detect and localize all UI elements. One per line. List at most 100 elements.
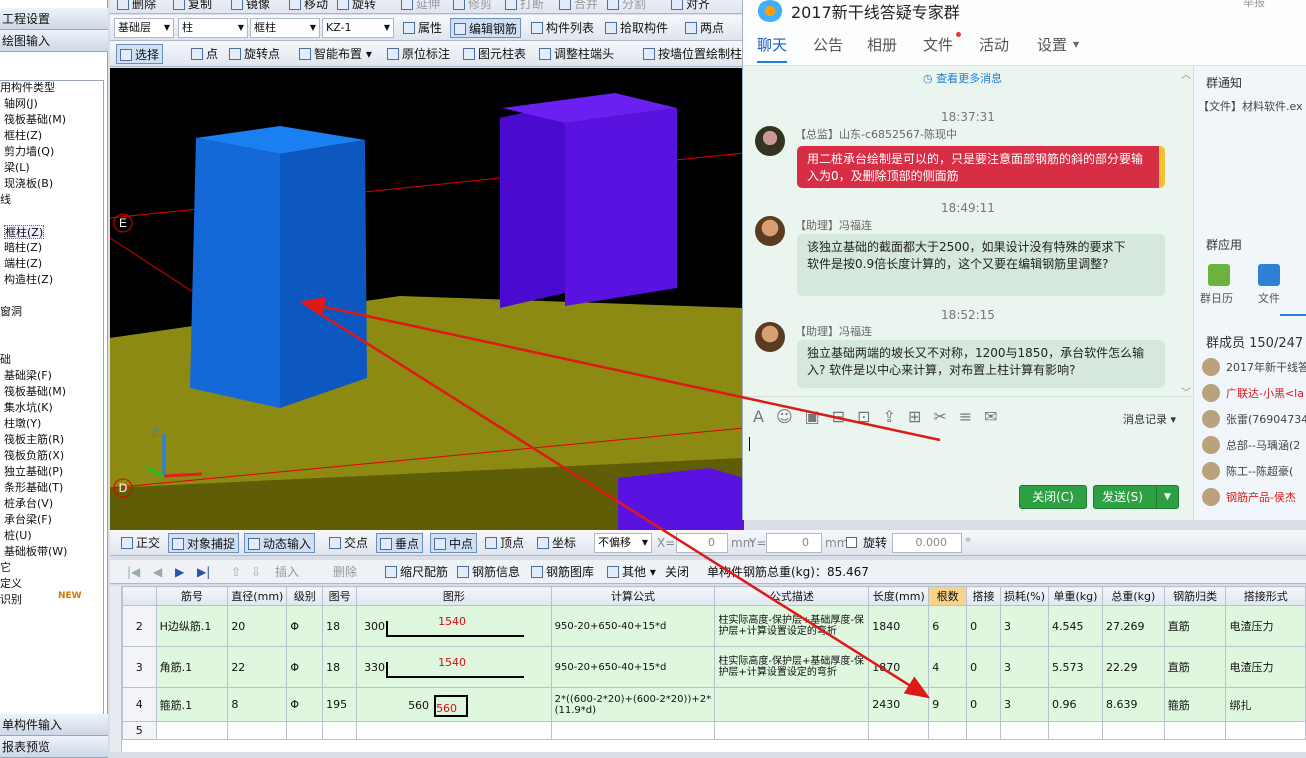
table-cell-formula[interactable] bbox=[550, 721, 716, 740]
tab-files[interactable]: 文件 bbox=[923, 34, 953, 55]
project-settings-header[interactable]: 工程设置 bbox=[0, 8, 108, 30]
table-cell-total[interactable]: 27.269 bbox=[1101, 605, 1165, 647]
tree-item[interactable]: 框柱(Z) bbox=[4, 129, 42, 143]
table-cell-fig[interactable]: 195 bbox=[322, 687, 358, 722]
tree-item[interactable]: 筏板基础(M) bbox=[4, 385, 66, 399]
table-cell-desc[interactable] bbox=[714, 687, 870, 722]
files-icon[interactable] bbox=[1258, 264, 1280, 286]
table-cell-fig[interactable]: 18 bbox=[322, 605, 358, 647]
member-item[interactable]: 张雷(769047347 bbox=[1202, 410, 1306, 430]
tree-item[interactable]: 定义 bbox=[0, 577, 22, 591]
table-cell-name[interactable]: 角筋.1 bbox=[155, 646, 229, 688]
table-cell-unit[interactable]: 0.96 bbox=[1048, 687, 1103, 722]
column-header[interactable]: 直径(mm) bbox=[227, 586, 288, 606]
single-component-input-header[interactable]: 单构件输入 bbox=[0, 714, 108, 736]
tree-item[interactable]: 构造柱(Z) bbox=[4, 273, 53, 287]
column-header[interactable]: 计算公式 bbox=[550, 586, 716, 606]
tree-item[interactable]: 轴网(J) bbox=[4, 97, 38, 111]
table-cell-no[interactable]: 4 bbox=[122, 687, 157, 722]
column-header[interactable]: 损耗(%) bbox=[999, 586, 1050, 606]
table-cell-formula[interactable]: 950-20+650-40+15*d bbox=[550, 646, 716, 688]
table-cell-cat[interactable]: 直筋 bbox=[1163, 605, 1227, 647]
x-input[interactable]: 0 bbox=[676, 533, 728, 553]
edit-tool-button[interactable]: 合并 bbox=[556, 0, 601, 14]
tree-item[interactable]: 独立基础(P) bbox=[4, 465, 63, 479]
table-cell-unit[interactable]: 5.573 bbox=[1048, 646, 1103, 688]
adjust-column-end-button[interactable]: 调整柱端头 bbox=[536, 44, 617, 64]
table-cell-name[interactable]: H边纵筋.1 bbox=[155, 605, 229, 647]
rotate-input[interactable]: 0.000 bbox=[892, 533, 962, 553]
tree-item[interactable]: 现浇板(B) bbox=[4, 177, 53, 191]
smart-layout-button[interactable]: 智能布置 ▾ bbox=[296, 44, 375, 64]
edit-tool-button[interactable]: 修剪 bbox=[450, 0, 495, 14]
tree-item[interactable]: 剪力墙(Q) bbox=[4, 145, 54, 159]
ortho-button[interactable]: 正交 bbox=[118, 533, 163, 553]
table-cell-lap[interactable]: 0 bbox=[966, 605, 1001, 647]
tab-album[interactable]: 相册 bbox=[867, 34, 897, 55]
edit-tool-button[interactable]: 镜像 bbox=[228, 0, 273, 14]
edit-rebar-button[interactable]: 编辑钢筋 bbox=[450, 18, 522, 38]
member-item[interactable]: 陈工--陈超豪( bbox=[1202, 462, 1293, 482]
select-button[interactable]: 选择 bbox=[116, 44, 164, 64]
tab-activity[interactable]: 活动 bbox=[979, 34, 1009, 55]
table-cell-lap[interactable]: 0 bbox=[966, 687, 1001, 722]
rebar-library-button[interactable]: 钢筋图库 bbox=[528, 562, 597, 582]
draw-column-by-wall-button[interactable]: 按墙位置绘制柱 bbox=[640, 44, 745, 64]
table-cell-total[interactable]: 8.639 bbox=[1101, 687, 1165, 722]
table-row[interactable]: 3 角筋.1 22 Φ 18 330 1540 950-20+650-40+15*d 柱实际高度… bbox=[122, 646, 1306, 688]
in-place-annotation-button[interactable]: 原位标注 bbox=[384, 44, 453, 64]
tree-item[interactable]: 桩(U) bbox=[4, 529, 32, 543]
table-row[interactable]: 4 箍筋.1 8 Φ 195 560 560 2*((600-2*20)+(600-2*20)… bbox=[122, 687, 1306, 722]
table-cell-no[interactable]: 5 bbox=[122, 721, 157, 740]
table-cell-name[interactable] bbox=[155, 721, 229, 740]
rebar-shape-cell[interactable]: 300 1540 bbox=[356, 605, 552, 647]
component-list-button[interactable]: 构件列表 bbox=[528, 18, 597, 38]
table-cell-loss[interactable]: 3 bbox=[999, 646, 1050, 688]
table-cell-len[interactable]: 2430 bbox=[868, 687, 930, 722]
offset-select[interactable]: 不偏移 ▼ bbox=[594, 533, 652, 553]
avatar[interactable] bbox=[755, 126, 785, 156]
avatar[interactable] bbox=[755, 322, 785, 352]
table-cell-loss[interactable] bbox=[999, 721, 1050, 740]
table-cell-desc[interactable] bbox=[714, 721, 870, 740]
table-cell-lapform[interactable]: 电渣压力 bbox=[1225, 605, 1306, 647]
layer-select[interactable]: 基础层 ▼ bbox=[114, 18, 174, 38]
table-cell-dia[interactable]: 20 bbox=[227, 605, 288, 647]
tree-item[interactable]: 端柱(Z) bbox=[4, 257, 42, 271]
subtype-select[interactable]: 框柱 ▼ bbox=[250, 18, 320, 38]
next-record-button[interactable]: ▶ bbox=[172, 562, 187, 582]
y-input[interactable]: 0 bbox=[766, 533, 822, 553]
edit-tool-button[interactable]: 删除 bbox=[114, 0, 159, 14]
column-header[interactable]: 图形 bbox=[356, 586, 552, 606]
table-cell-loss[interactable]: 3 bbox=[999, 687, 1050, 722]
rebar-shape-cell[interactable]: 330 1540 bbox=[356, 646, 552, 688]
move-down-button[interactable]: ⇩ bbox=[248, 562, 264, 582]
tree-item[interactable]: 筏板基础(M) bbox=[4, 113, 66, 127]
table-row[interactable]: 5 bbox=[122, 721, 1306, 740]
type-select[interactable]: 柱 ▼ bbox=[178, 18, 248, 38]
report-preview-header[interactable]: 报表预览 bbox=[0, 736, 108, 758]
avatar[interactable] bbox=[755, 216, 785, 246]
table-cell-grade[interactable] bbox=[286, 721, 324, 740]
table-cell-len[interactable] bbox=[868, 721, 930, 740]
move-up-button[interactable]: ⇧ bbox=[228, 562, 244, 582]
close-chat-button[interactable]: 关闭(C) bbox=[1019, 485, 1087, 509]
table-cell-fig[interactable]: 18 bbox=[322, 646, 358, 688]
perpendicular-button[interactable]: 垂点 bbox=[376, 533, 424, 553]
table-cell-cat[interactable]: 箍筋 bbox=[1163, 687, 1227, 722]
tree-item[interactable]: 梁(L) bbox=[4, 161, 30, 175]
table-cell-unit[interactable]: 4.545 bbox=[1048, 605, 1103, 647]
table-cell-name[interactable]: 箍筋.1 bbox=[155, 687, 229, 722]
table-row[interactable]: 2 H边纵筋.1 20 Φ 18 300 1540 950-20+650-40+15*d 柱实际… bbox=[122, 605, 1306, 647]
edit-tool-button[interactable]: 对齐 bbox=[668, 0, 713, 14]
member-item[interactable]: 钢筋产品-侯杰 bbox=[1202, 488, 1296, 508]
table-cell-total[interactable]: 22.29 bbox=[1101, 646, 1165, 688]
report-link[interactable]: 举报 bbox=[1243, 0, 1265, 10]
edit-tool-button[interactable]: 旋转 bbox=[334, 0, 379, 14]
two-point-button[interactable]: 两点 bbox=[682, 18, 727, 38]
delete-button[interactable]: 删除 bbox=[330, 562, 360, 582]
object-snap-button[interactable]: 对象捕捉 bbox=[168, 533, 240, 553]
tree-item[interactable]: 线 bbox=[0, 193, 11, 207]
send-button[interactable]: 发送(S) ▼ bbox=[1093, 485, 1179, 509]
send-options-chevron-icon[interactable]: ▼ bbox=[1156, 486, 1178, 508]
